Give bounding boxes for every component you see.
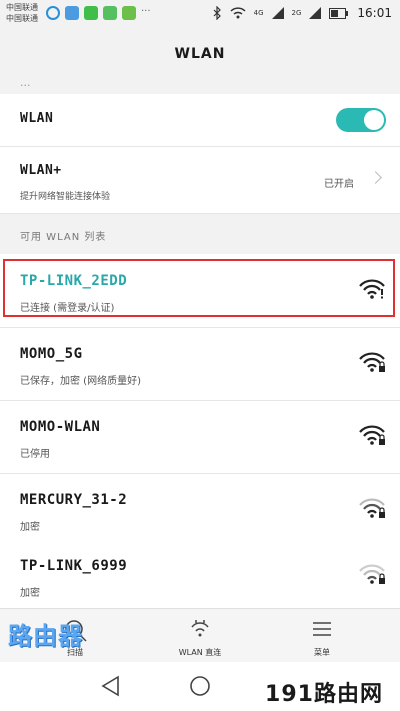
wlan-plus-status: 已开启	[324, 179, 354, 190]
network-item[interactable]: MOMO_5G 已保存，加密 (网络质量好)	[0, 328, 400, 401]
network-item[interactable]: MOMO-WLAN 已停用	[0, 401, 400, 474]
home-icon[interactable]	[188, 674, 212, 698]
section-title: 可用 WLAN 列表	[20, 232, 107, 243]
more-notifications-icon: ···	[141, 6, 151, 17]
available-networks-header: 可用 WLAN 列表	[0, 214, 400, 254]
chart-app-icon	[103, 6, 117, 20]
network-status: 加密	[20, 522, 40, 533]
network-name: TP-LINK_6999	[20, 558, 128, 574]
menu-button[interactable]: 菜单	[262, 609, 382, 663]
wlan-direct-button[interactable]: WLAN 直连	[140, 609, 260, 663]
wlan-toggle-row[interactable]: WLAN	[0, 94, 400, 147]
signal-1-icon	[271, 7, 284, 19]
back-icon[interactable]	[100, 674, 122, 698]
wechat-icon	[84, 6, 98, 20]
menu-icon	[313, 622, 331, 636]
status-bar: 中国联通 中国联通 ··· 4G 2G 16:01	[0, 0, 400, 28]
bluetooth-icon	[213, 6, 221, 20]
wifi-lock-icon	[359, 498, 385, 518]
clock: 16:01	[357, 6, 392, 20]
wlan-plus-subtitle: 提升网络智能连接体验	[20, 192, 111, 202]
network-status: 已连接 (需登录/认证)	[20, 303, 115, 314]
watermark-logo-right: 191路由网	[248, 672, 400, 711]
menu-label: 菜单	[314, 648, 330, 657]
wlan-plus-row[interactable]: WLAN+ 提升网络智能连接体验 已开启	[0, 147, 400, 214]
battery-icon	[329, 7, 349, 19]
wifi-lock-icon	[359, 564, 385, 584]
wifi-lock-icon	[359, 425, 385, 445]
sync-icon	[46, 6, 60, 20]
network-name: TP-LINK_2EDD	[20, 273, 128, 289]
wifi-alert-icon	[359, 279, 385, 299]
notification-icons: ···	[46, 6, 151, 20]
network-status: 已停用	[20, 449, 50, 460]
wlan-switch-knob	[364, 110, 384, 130]
signal-2-icon	[309, 7, 322, 19]
watermark-logo-left: 路由器	[8, 622, 83, 650]
wlan-direct-icon	[191, 620, 209, 637]
network-name: MOMO_5G	[20, 346, 83, 362]
wifi-lock-icon	[359, 352, 385, 372]
page-header: WLAN	[0, 28, 400, 80]
wlan-switch[interactable]	[336, 108, 386, 132]
wlan-direct-label: WLAN 直连	[178, 648, 222, 657]
carrier-info: 中国联通 中国联通	[6, 2, 38, 24]
wifi-status-icon	[230, 7, 246, 19]
network-1-label: 4G	[253, 9, 264, 17]
carrier-2: 中国联通	[6, 14, 38, 23]
network-name: MOMO-WLAN	[20, 419, 101, 435]
system-status: 4G 2G 16:01	[212, 6, 392, 20]
partial-row: ...	[0, 80, 400, 94]
page-title: WLAN	[174, 46, 226, 62]
chevron-right-icon	[369, 171, 382, 184]
network-item[interactable]: TP-LINK_2EDD 已连接 (需登录/认证)	[0, 255, 400, 328]
network-name: MERCURY_31-2	[20, 492, 128, 508]
photo-app-icon	[122, 6, 136, 20]
network-status: 已保存，加密 (网络质量好)	[20, 376, 141, 387]
partial-row-text: ...	[20, 80, 31, 89]
wlan-plus-label: WLAN+	[20, 163, 62, 178]
cloud-app-icon	[65, 6, 79, 20]
network-2-label: 2G	[291, 9, 302, 17]
network-status: 加密	[20, 588, 40, 599]
network-item[interactable]: MERCURY_31-2 加密	[0, 474, 400, 547]
network-item[interactable]: TP-LINK_6999 加密	[0, 540, 400, 613]
wlan-label: WLAN	[20, 111, 54, 126]
carrier-1: 中国联通	[6, 3, 38, 12]
